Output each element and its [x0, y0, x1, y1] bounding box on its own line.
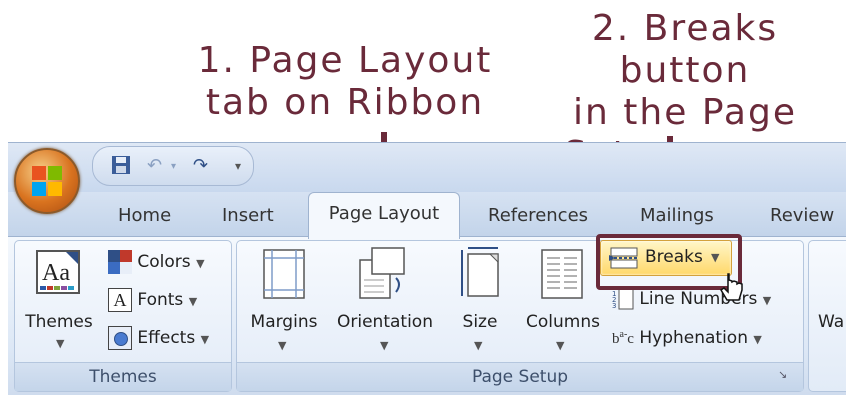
svg-text:3: 3 — [612, 302, 616, 310]
redo-icon[interactable]: ↷ — [193, 155, 208, 176]
chevron-down-icon: ▼ — [380, 339, 389, 352]
tab-review[interactable]: Review — [770, 200, 834, 236]
hyphenation-button[interactable]: ba-c Hyphenation ▼ — [612, 328, 762, 348]
columns-label[interactable]: Columns — [520, 312, 606, 332]
save-icon[interactable] — [111, 155, 131, 180]
chevron-down-icon[interactable]: ▾ — [171, 161, 176, 172]
undo-icon[interactable]: ↶ — [147, 155, 162, 176]
effects-label: Effects — [137, 328, 196, 348]
annotation-line: 2. Breaks button — [591, 8, 779, 91]
margins-label[interactable]: Margins — [246, 312, 322, 332]
mouse-cursor-icon — [720, 273, 743, 301]
orientation-icon[interactable] — [358, 246, 408, 304]
fonts-label: Fonts — [137, 290, 184, 310]
effects-icon — [108, 326, 132, 350]
chevron-down-icon: ▼ — [474, 339, 483, 352]
quick-access-toolbar: ↶ ▾ ↷ ▾ — [92, 146, 254, 186]
columns-icon[interactable] — [540, 248, 584, 304]
annotation-line: 1. Page Layout — [197, 40, 493, 81]
group-label-themes: Themes — [15, 362, 231, 391]
office-logo-icon — [32, 166, 62, 196]
tab-page-layout[interactable]: Page Layout — [308, 192, 460, 239]
chevron-down-icon: ▼ — [278, 339, 287, 352]
fonts-button[interactable]: A Fonts ▼ — [108, 288, 197, 312]
hyphenation-icon: ba-c — [612, 329, 634, 347]
line-numbers-icon: 1 2 3 — [612, 288, 634, 310]
chevron-down-icon: ▼ — [762, 294, 772, 307]
colors-icon — [108, 250, 132, 274]
fonts-icon: A — [108, 288, 132, 312]
watermark-button-partial[interactable]: Wa — [818, 312, 844, 332]
line-numbers-button[interactable]: 1 2 3 Line Numbers ▼ — [612, 288, 771, 310]
tab-references[interactable]: References — [488, 200, 588, 236]
annotation-page-layout: 1. Page Layout tab on Ribbon — [175, 40, 515, 124]
themes-icon[interactable]: Aa — [36, 250, 80, 298]
colors-label: Colors — [137, 252, 191, 272]
chevron-down-icon: ▼ — [753, 333, 762, 346]
effects-button[interactable]: Effects ▼ — [108, 326, 209, 350]
colors-button[interactable]: Colors ▼ — [108, 250, 205, 274]
chevron-down-icon: ▼ — [56, 337, 65, 350]
annotation-line: tab on Ribbon — [205, 82, 485, 123]
chevron-down-icon: ▼ — [556, 339, 565, 352]
size-icon[interactable] — [458, 246, 504, 304]
themes-button-label[interactable]: Themes — [24, 312, 94, 332]
tab-mailings[interactable]: Mailings — [640, 200, 714, 236]
orientation-label[interactable]: Orientation — [328, 312, 442, 332]
tab-insert[interactable]: Insert — [222, 200, 274, 236]
tab-home[interactable]: Home — [118, 200, 171, 236]
customize-qat-icon[interactable]: ▾ — [235, 159, 241, 173]
annotation-line: in the Page — [573, 92, 797, 133]
margins-icon[interactable] — [262, 248, 306, 304]
size-label[interactable]: Size — [450, 312, 510, 332]
svg-text:Aa: Aa — [42, 260, 70, 286]
chevron-down-icon: ▼ — [200, 333, 210, 346]
office-button[interactable] — [14, 148, 80, 214]
group-label-page-setup: Page Setup — [237, 362, 803, 391]
dialog-launcher-icon[interactable]: ↘ — [778, 368, 787, 381]
chevron-down-icon: ▼ — [188, 295, 198, 308]
chevron-down-icon: ▼ — [196, 257, 205, 270]
hyphenation-label: Hyphenation — [639, 328, 748, 348]
